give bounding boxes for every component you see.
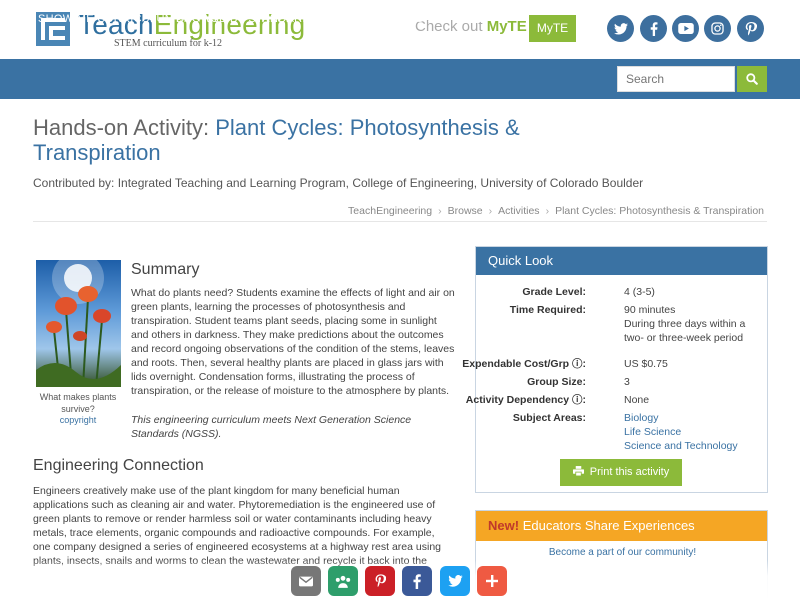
search-button[interactable] — [737, 66, 767, 92]
summary-text: What do plants need? Students examine th… — [131, 287, 455, 397]
instagram-icon[interactable] — [704, 15, 731, 42]
summary-image[interactable] — [36, 260, 121, 387]
info-icon[interactable]: ⓘ — [572, 394, 583, 406]
image-copyright-link[interactable]: copyright — [34, 415, 122, 425]
activity-dependency-value: None — [624, 394, 650, 406]
more-icon[interactable] — [477, 566, 507, 596]
breadcrumb-current: Plant Cycles: Photosynthesis & Transpira… — [555, 205, 764, 217]
quick-look-panel: Quick Look Grade Level: 4 (3-5) Time Req… — [462, 246, 768, 493]
breadcrumb-browse[interactable]: Browse — [448, 205, 483, 217]
nav-about-te[interactable]: ABOUT TE ⌵ — [428, 13, 497, 26]
engineering-connection-text: Engineers creatively make use of the pla… — [33, 485, 441, 567]
subject-link-biology[interactable]: Biology — [624, 411, 764, 425]
grade-level-value: 4 (3-5) — [624, 286, 655, 298]
divider — [33, 221, 767, 222]
search-input[interactable] — [617, 66, 735, 92]
facebook-icon[interactable] — [640, 15, 667, 42]
breadcrumb-separator-icon: › — [545, 205, 550, 217]
subject-link-science-and-technology[interactable]: Science and Technology — [624, 439, 764, 453]
twitter-icon[interactable] — [440, 566, 470, 596]
email-icon[interactable] — [291, 566, 321, 596]
summary-heading: Summary — [131, 261, 200, 278]
page: { "brand": { "name_part1": "Teach", "nam… — [0, 0, 800, 600]
print-activity-button[interactable]: Print this activity — [560, 459, 682, 486]
engineering-connection-heading: Engineering Connection — [33, 457, 204, 474]
subject-areas-label: Subject Areas: — [512, 412, 586, 424]
youtube-icon[interactable] — [672, 15, 699, 42]
nav-k12-engineering[interactable]: K-12 ENGINEERING ⌵ — [316, 13, 436, 26]
twitter-icon[interactable] — [607, 15, 634, 42]
subject-link-life-science[interactable]: Life Science — [624, 425, 764, 439]
contributed-by: Contributed by: Integrated Teaching and … — [33, 176, 644, 190]
ngss-note: This engineering curriculum meets Next G… — [131, 414, 412, 440]
breadcrumb: TeachEngineering › Browse › Activities › Plant… — [348, 205, 764, 217]
group-size-label: Group Size: — [527, 376, 586, 388]
search-icon — [746, 73, 758, 85]
time-required-label: Time Required: — [509, 304, 586, 316]
activity-dependency-label: Activity Dependency — [465, 394, 570, 406]
time-required-value: 90 minutes — [624, 304, 676, 316]
breadcrumb-teachengineering[interactable]: TeachEngineering — [348, 205, 432, 217]
community-link[interactable]: Become a part of our community! — [476, 547, 769, 558]
nav-show-me-curriculum[interactable]: SHOW ME CURRICULUM ⌵ — [38, 13, 186, 26]
facebook-icon[interactable] — [402, 566, 432, 596]
breadcrumb-activities[interactable]: Activities — [498, 205, 539, 217]
chevron-down-icon: ⌵ — [488, 13, 498, 25]
grade-level-label: Grade Level: — [522, 286, 586, 298]
breadcrumb-separator-icon: › — [438, 205, 442, 217]
info-icon[interactable]: ⓘ — [572, 358, 583, 370]
nav-browse-by-standards[interactable]: BROWSE BY STANDARDS ⌵ — [176, 13, 330, 26]
share-bar — [0, 560, 800, 600]
breadcrumb-separator-icon: › — [488, 205, 493, 217]
print-icon — [572, 466, 584, 477]
brand-tagline: STEM curriculum for k-12 — [114, 38, 223, 49]
page-title: Hands-on Activity: Plant Cycles: Photosy… — [33, 115, 520, 165]
expendable-cost-label: Expendable Cost/Grp — [462, 358, 570, 370]
time-required-note: During three days within a two- or three… — [624, 318, 746, 344]
educators-share-heading: New! Educators Share Experiences — [476, 511, 767, 541]
myte-button[interactable]: MyTE — [529, 15, 576, 42]
pinterest-icon[interactable] — [737, 15, 764, 42]
pinterest-icon[interactable] — [365, 566, 395, 596]
share-icon[interactable] — [328, 566, 358, 596]
image-caption: What makes plants survive? — [39, 392, 117, 414]
quick-look-heading: Quick Look — [476, 247, 767, 275]
group-size-value: 3 — [624, 376, 630, 388]
expendable-cost-value: US $0.75 — [624, 358, 668, 370]
